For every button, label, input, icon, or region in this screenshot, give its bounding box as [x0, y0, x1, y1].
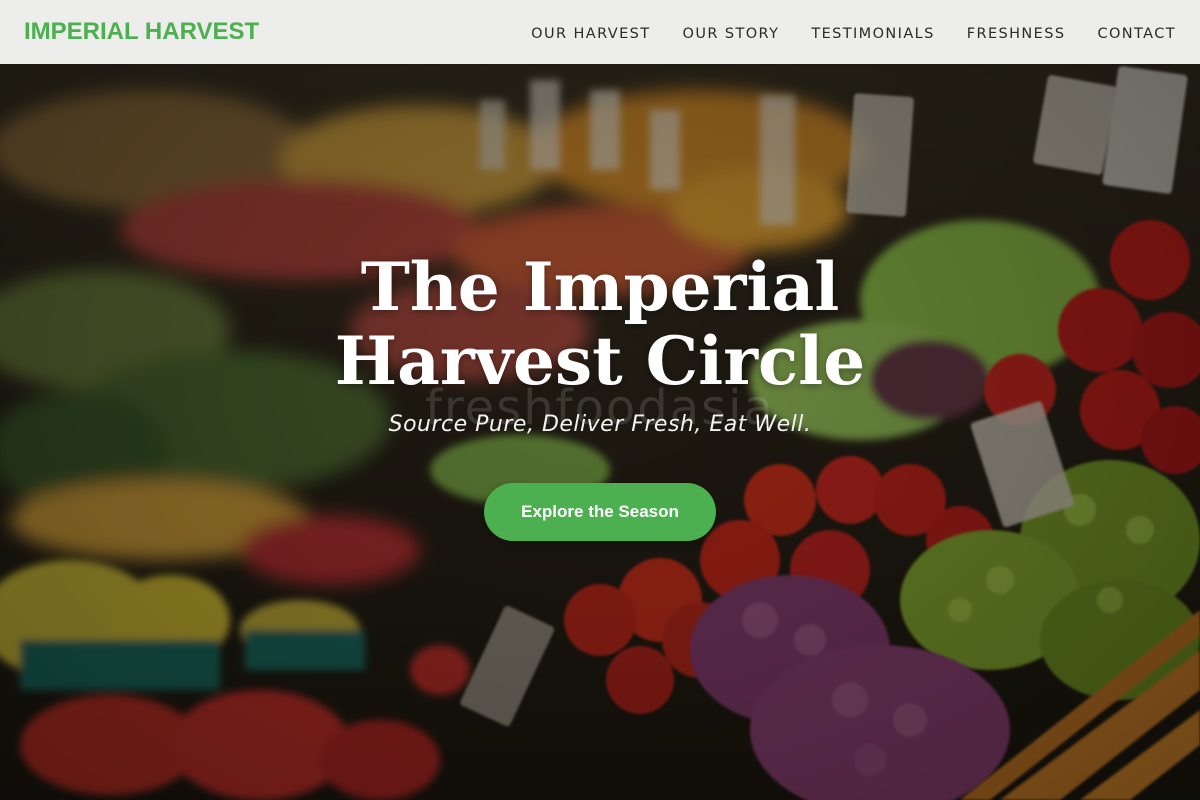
nav-item-testimonials: TESTIMONIALS	[811, 23, 934, 42]
nav-link-freshness[interactable]: FRESHNESS	[967, 26, 1066, 42]
nav-link-our-story[interactable]: OUR STORY	[683, 26, 780, 42]
nav-item-freshness: FRESHNESS	[967, 23, 1066, 42]
nav-links: OUR HARVEST OUR STORY TESTIMONIALS FRESH…	[531, 23, 1176, 42]
brand-logo[interactable]: IMPERIAL HARVEST	[24, 18, 259, 46]
hero-tagline: Source Pure, Deliver Fresh, Eat Well.	[388, 412, 812, 437]
hero-section: freshfoodasia The Imperial Harvest Circl…	[0, 250, 1200, 541]
nav-link-our-harvest[interactable]: OUR HARVEST	[531, 26, 650, 42]
nav-link-testimonials[interactable]: TESTIMONIALS	[811, 26, 934, 42]
nav-item-contact: CONTACT	[1097, 23, 1176, 42]
explore-season-button[interactable]: Explore the Season	[484, 483, 716, 541]
nav-item-our-story: OUR STORY	[683, 23, 780, 42]
top-navbar: IMPERIAL HARVEST OUR HARVEST OUR STORY T…	[0, 0, 1200, 64]
nav-link-contact[interactable]: CONTACT	[1097, 26, 1176, 42]
nav-item-our-harvest: OUR HARVEST	[531, 23, 650, 42]
hero-title: The Imperial Harvest Circle	[334, 248, 866, 400]
